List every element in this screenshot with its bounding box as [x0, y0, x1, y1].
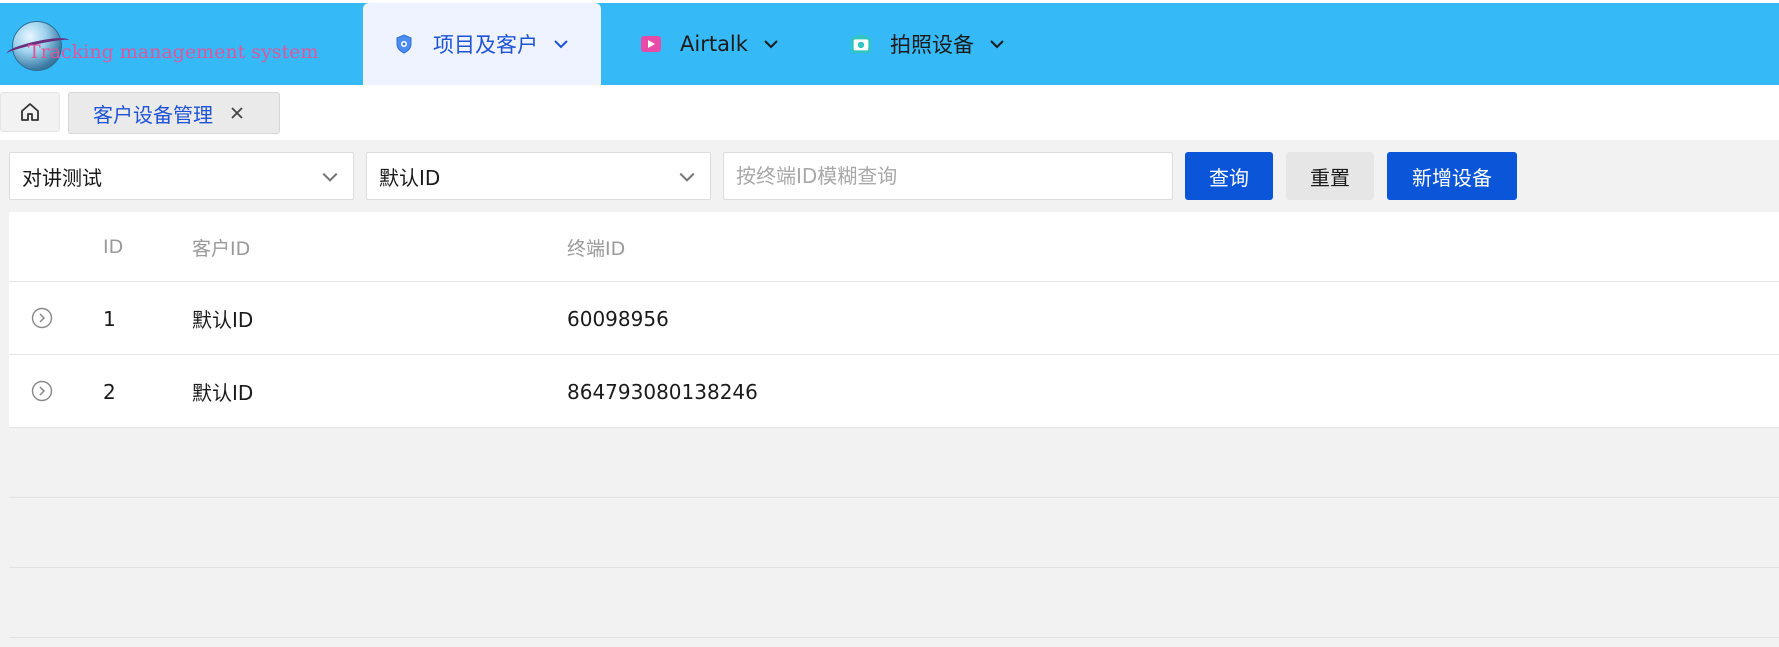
terminal-id-search-input[interactable] — [723, 152, 1173, 200]
chevron-down-icon — [988, 35, 1006, 53]
top-nav-bar: Tracking management system 项目及客户 Airtalk… — [0, 3, 1779, 85]
reset-button[interactable]: 重置 — [1286, 152, 1374, 200]
app-logo[interactable]: Tracking management system — [5, 17, 318, 71]
empty-row — [9, 568, 1779, 638]
cell-customer-id: 默认ID — [192, 381, 254, 405]
expand-row-icon[interactable] — [31, 380, 53, 402]
close-icon[interactable] — [229, 105, 245, 121]
cell-terminal-id: 60098956 — [567, 306, 669, 331]
nav-item-label: 拍照设备 — [890, 33, 974, 57]
empty-row — [9, 498, 1779, 568]
table-row[interactable]: 1 默认ID 60098956 — [9, 282, 1779, 355]
query-button[interactable]: 查询 — [1185, 152, 1273, 200]
nav-item-label: 项目及客户 — [433, 33, 538, 57]
tab-label: 客户设备管理 — [93, 102, 213, 127]
cell-customer-id: 默认ID — [192, 308, 254, 332]
camera-icon — [850, 33, 872, 55]
shield-icon — [393, 33, 415, 55]
device-table: ID 客户ID 终端ID 1 默认ID 60098956 2 默认ID 8647… — [9, 212, 1779, 638]
project-select[interactable]: 对讲测试 — [9, 152, 354, 200]
customer-select[interactable]: 默认ID — [366, 152, 711, 200]
project-select-value: 对讲测试 — [22, 165, 102, 190]
cell-id: 1 — [103, 306, 116, 331]
cell-id: 2 — [103, 379, 116, 404]
add-device-button[interactable]: 新增设备 — [1387, 152, 1517, 200]
chevron-down-icon — [762, 35, 780, 53]
video-icon — [640, 33, 662, 55]
logo-text: Tracking management system — [28, 41, 319, 63]
nav-item-label: Airtalk — [680, 32, 748, 56]
column-header-terminal-id: 终端ID — [567, 237, 626, 260]
nav-item-projects-customers[interactable]: 项目及客户 — [363, 3, 601, 85]
nav-item-photo-devices[interactable]: 拍照设备 — [850, 3, 1050, 85]
tab-customer-device-management[interactable]: 客户设备管理 — [68, 92, 280, 134]
column-header-id: ID — [103, 236, 124, 258]
chevron-down-icon — [552, 35, 570, 53]
page-tabs-bar: 客户设备管理 — [0, 85, 1779, 140]
customer-select-value: 默认ID — [379, 165, 441, 190]
chevron-down-icon — [322, 172, 338, 182]
home-icon — [21, 103, 39, 121]
expand-row-icon[interactable] — [31, 307, 53, 329]
table-header: ID 客户ID 终端ID — [9, 212, 1779, 282]
content-area: 对讲测试 默认ID 查询 重置 新增设备 ID 客户ID 终端ID 1 默认ID… — [0, 140, 1779, 647]
cell-terminal-id: 864793080138246 — [567, 379, 758, 404]
table-row[interactable]: 2 默认ID 864793080138246 — [9, 355, 1779, 428]
chevron-down-icon — [679, 172, 695, 182]
home-tab[interactable] — [0, 92, 60, 132]
empty-row — [9, 428, 1779, 498]
column-header-customer-id: 客户ID — [192, 237, 251, 260]
nav-item-airtalk[interactable]: Airtalk — [640, 3, 820, 85]
